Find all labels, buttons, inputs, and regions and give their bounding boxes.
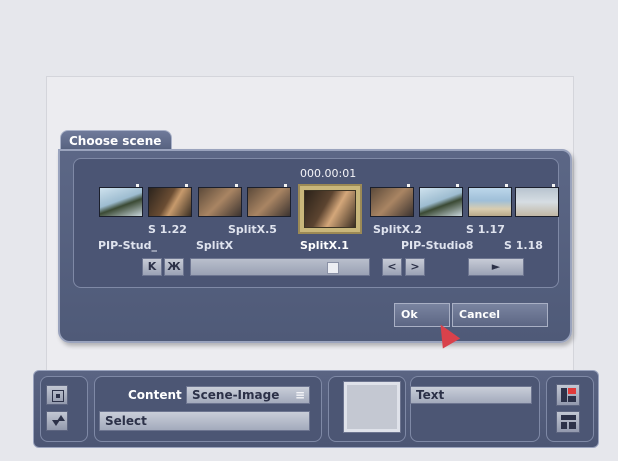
scene-label: SplitX	[196, 239, 234, 252]
scene-strip-panel: 000.00:01 S 1.22 SplitX.5 SplitX.2 S 1.1…	[73, 158, 559, 288]
scene-label: PIP-Studio8	[401, 239, 474, 252]
scene-thumbnail[interactable]	[370, 184, 414, 217]
choose-scene-dialog: 000.00:01 S 1.22 SplitX.5 SplitX.2 S 1.1…	[58, 149, 572, 343]
last-scene-button[interactable]: Ж	[164, 258, 184, 276]
layout-grid-icon	[561, 415, 576, 429]
dialog-title: Choose scene	[60, 130, 172, 150]
scene-thumbnail[interactable]	[515, 184, 559, 217]
window-button[interactable]	[46, 385, 68, 405]
up-down-arrows-icon	[51, 415, 65, 427]
bottom-toolbar	[33, 370, 599, 448]
layout-red-icon	[561, 388, 576, 402]
layout-toggle-button[interactable]	[556, 384, 580, 406]
scene-label: S 1.17	[466, 223, 505, 236]
layout-grid-button[interactable]	[556, 411, 580, 433]
first-scene-button[interactable]: K	[142, 258, 162, 276]
content-label: Content	[128, 388, 182, 402]
scene-label: S 1.18	[504, 239, 543, 252]
scene-thumbnail[interactable]	[198, 184, 242, 217]
play-button[interactable]: ►	[468, 258, 524, 276]
scene-thumbnail[interactable]	[99, 184, 143, 217]
scene-label: SplitX.5	[228, 223, 277, 236]
selected-scene-label: SplitX.1	[300, 239, 349, 252]
select-button[interactable]: Select	[99, 411, 310, 431]
selected-scene-image	[304, 190, 356, 228]
next-button[interactable]: >	[405, 258, 425, 276]
content-value: Scene-Image	[192, 388, 280, 402]
preview-box	[343, 381, 401, 433]
scene-thumbnail[interactable]	[468, 184, 512, 217]
window-icon	[52, 390, 64, 402]
scene-label: SplitX.2	[373, 223, 422, 236]
scene-scrollbar[interactable]	[190, 258, 370, 276]
selected-scene-thumbnail[interactable]	[298, 184, 362, 234]
move-button[interactable]	[46, 411, 68, 431]
text-button[interactable]: Text	[410, 386, 532, 404]
scene-thumbnail[interactable]	[148, 184, 192, 217]
scene-thumbnail[interactable]	[247, 184, 291, 217]
previous-button[interactable]: <	[382, 258, 402, 276]
timecode: 000.00:01	[300, 167, 357, 180]
scene-label: S 1.22	[148, 223, 187, 236]
content-dropdown[interactable]: Scene-Image ≡	[186, 386, 310, 404]
menu-icon: ≡	[294, 388, 305, 402]
scene-thumbnail[interactable]	[419, 184, 463, 217]
scrollbar-thumb[interactable]	[327, 262, 339, 274]
cancel-button[interactable]: Cancel	[452, 303, 548, 327]
scene-label: PIP-Stud_	[98, 239, 157, 252]
